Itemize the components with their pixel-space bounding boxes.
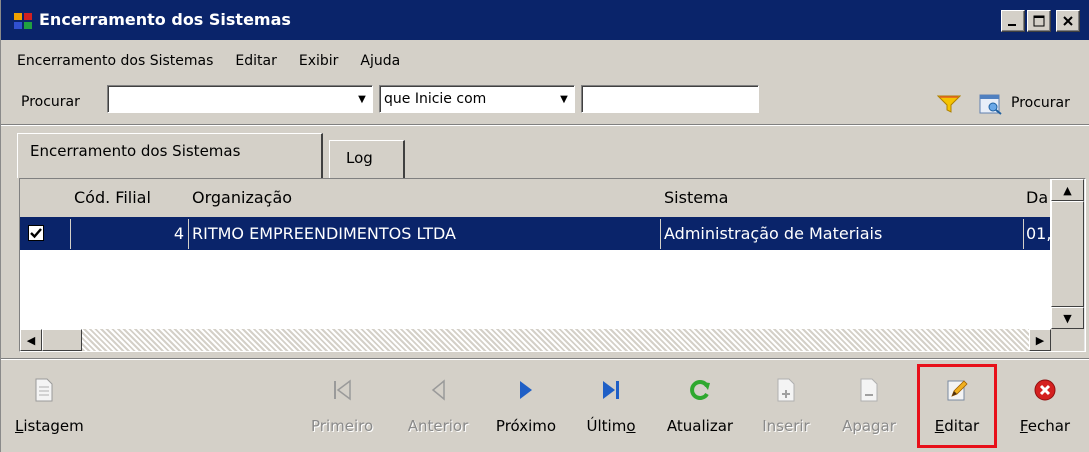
search-condition-value: que Inicie com (384, 91, 487, 107)
app-icon (14, 13, 32, 29)
proximo-button[interactable]: Próximo (489, 366, 563, 446)
menu-encerramento[interactable]: Encerramento dos Sistemas (17, 53, 213, 69)
proximo-label: Próximo (495, 417, 557, 435)
menu-ajuda[interactable]: Ajuda (360, 53, 400, 69)
divider (1, 125, 1089, 126)
menu-editar[interactable]: Editar (235, 53, 276, 69)
cell-divider (188, 219, 189, 249)
cell-divider (1023, 219, 1024, 249)
primeiro-button[interactable]: Primeiro (311, 366, 373, 446)
search-label: Procurar (21, 94, 80, 110)
scroll-thumb[interactable] (1051, 201, 1084, 307)
atualizar-label: Atualizar (666, 417, 734, 435)
minimize-icon (1008, 24, 1016, 26)
column-header-sistema[interactable]: Sistema (664, 188, 728, 207)
title-bar: Encerramento dos Sistemas (1, 0, 1089, 40)
tab-log-label: Log (346, 149, 373, 167)
apagar-label: Apagar (842, 417, 896, 435)
scroll-corner (1051, 329, 1084, 351)
inserir-button[interactable]: Inserir (757, 366, 815, 446)
vertical-scrollbar[interactable]: ▲ ▼ (1051, 179, 1085, 351)
fechar-button[interactable]: Fechar (1009, 366, 1081, 446)
ultimo-label: Último (586, 417, 636, 435)
last-record-icon (603, 381, 619, 399)
column-header-data[interactable]: Da (1026, 188, 1048, 207)
document-icon (35, 378, 53, 402)
anterior-button[interactable]: Anterior (403, 366, 473, 446)
search-window-icon[interactable] (979, 93, 1003, 115)
chevron-down-icon[interactable]: ▼ (354, 88, 370, 110)
grid-header: Cód. Filial Organização Sistema Da (20, 179, 1050, 217)
fechar-label: Fechar (1019, 417, 1071, 435)
listagem-button[interactable]: Listagem (15, 366, 101, 446)
data-grid: Cód. Filial Organização Sistema Da 4 RIT… (19, 178, 1086, 352)
inserir-label: Inserir (762, 417, 810, 435)
scroll-down-button[interactable]: ▼ (1051, 307, 1084, 329)
close-window-button[interactable] (1056, 10, 1080, 32)
scroll-thumb-horizontal[interactable] (42, 329, 82, 351)
search-bar: Procurar ▼ que Inicie com ▼ (1, 82, 1089, 122)
first-record-icon (334, 379, 351, 401)
listagem-label-rest: istagem (23, 417, 84, 435)
tab-encerramento[interactable]: Encerramento dos Sistemas (17, 133, 323, 178)
search-button[interactable]: Procurar (1011, 95, 1070, 111)
cell-cod-filial: 4 (173, 224, 184, 243)
insert-record-icon (777, 378, 795, 402)
cell-divider (660, 219, 661, 249)
scroll-right-button[interactable]: ▶ (1029, 329, 1051, 351)
editar-highlight-box (917, 364, 997, 448)
tab-log[interactable]: Log (329, 140, 405, 178)
horizontal-scrollbar[interactable]: ◀ ▶ (20, 329, 1051, 351)
column-header-organizacao[interactable]: Organização (192, 188, 292, 207)
ultimo-button[interactable]: Último (575, 366, 647, 446)
primeiro-label: Primeiro (311, 417, 374, 435)
ultimo-label-rest: Últim (586, 417, 627, 435)
cell-sistema: Administração de Materiais (664, 224, 883, 243)
next-record-icon (520, 381, 532, 399)
fechar-label-rest: echar (1027, 417, 1071, 435)
maximize-icon (1033, 15, 1045, 27)
row-checkbox[interactable] (28, 225, 44, 241)
menu-exibir[interactable]: Exibir (299, 53, 339, 69)
minimize-button[interactable] (1001, 10, 1025, 32)
close-icon (1063, 16, 1073, 26)
filter-icon[interactable] (937, 94, 961, 114)
tab-encerramento-label: Encerramento dos Sistemas (30, 142, 241, 160)
scroll-left-button[interactable]: ◀ (20, 329, 42, 351)
refresh-icon (690, 380, 710, 400)
search-field-combo[interactable]: ▼ (107, 85, 373, 113)
scroll-up-button[interactable]: ▲ (1051, 179, 1084, 201)
apagar-button[interactable]: Apagar (837, 366, 901, 446)
cell-organizacao: RITMO EMPREENDIMENTOS LTDA (192, 224, 456, 243)
listagem-label: Listagem (15, 417, 84, 435)
cell-data: 01, (1026, 224, 1050, 243)
maximize-button[interactable] (1027, 10, 1051, 32)
window: Encerramento dos Sistemas Encerramento d… (0, 0, 1089, 452)
search-condition-combo[interactable]: que Inicie com ▼ (379, 85, 575, 113)
window-title: Encerramento dos Sistemas (39, 10, 291, 29)
close-circle-icon (1034, 379, 1056, 401)
chevron-down-icon[interactable]: ▼ (556, 88, 572, 110)
checkmark-icon (30, 228, 42, 239)
column-header-cod-filial[interactable]: Cód. Filial (74, 188, 151, 207)
divider (1, 359, 1089, 360)
previous-record-icon (431, 379, 445, 401)
atualizar-button[interactable]: Atualizar (657, 366, 743, 446)
search-text-input[interactable] (581, 85, 759, 113)
menu-bar: Encerramento dos Sistemas Editar Exibir … (1, 44, 1089, 78)
cell-divider (70, 219, 71, 249)
anterior-label: Anterior (407, 417, 469, 435)
table-row[interactable]: 4 RITMO EMPREENDIMENTOS LTDA Administraç… (20, 217, 1050, 250)
delete-record-icon (860, 378, 878, 402)
